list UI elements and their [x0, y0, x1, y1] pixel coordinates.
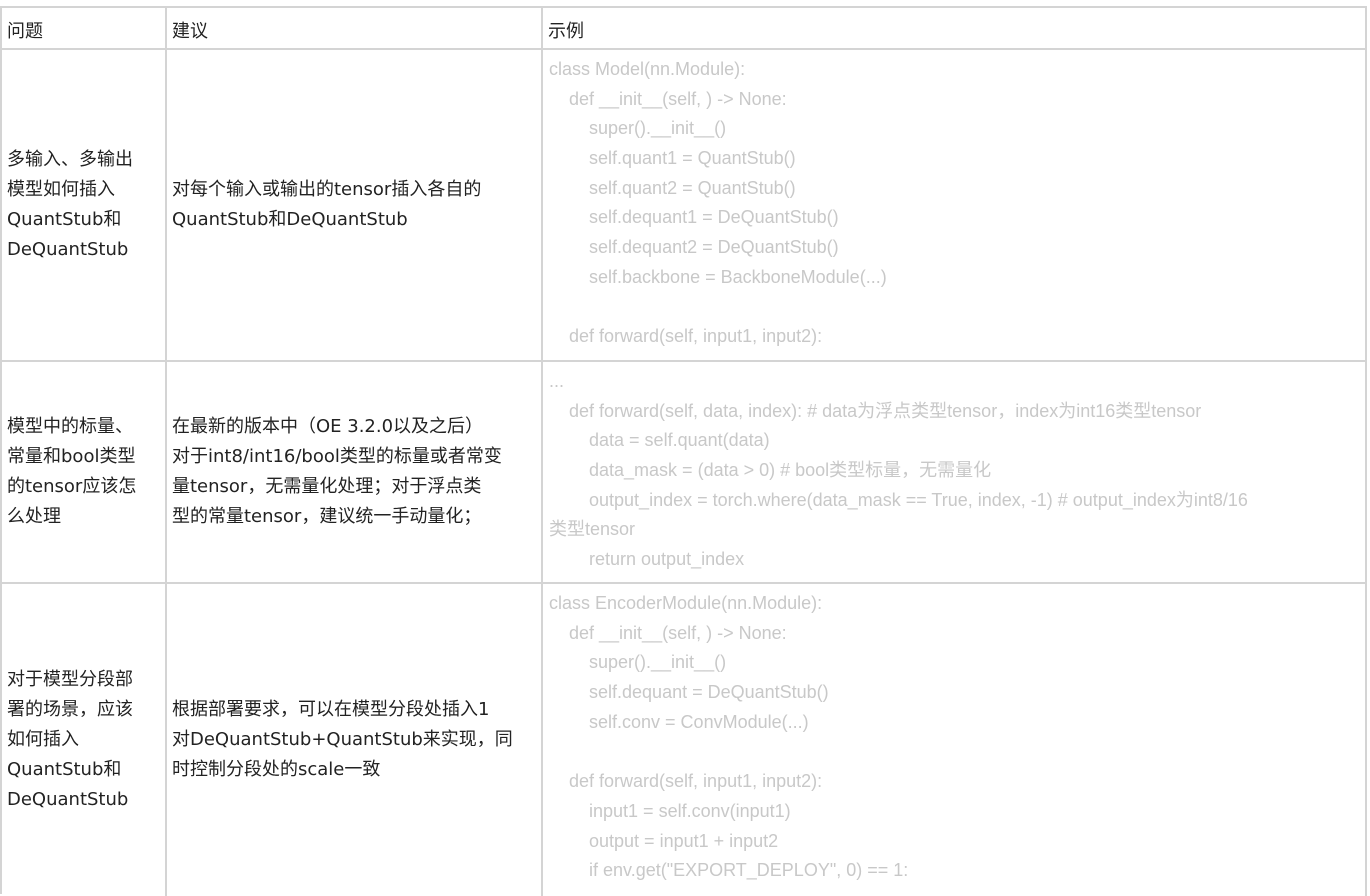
code-line: self.backbone = BackboneModule(...)	[549, 266, 887, 287]
code-line: def __init__(self, ) -> None:	[549, 622, 787, 643]
suggestion-line: QuantStub和DeQuantStub	[172, 209, 408, 230]
code-line: self.dequant1 = DeQuantStub()	[549, 207, 839, 228]
problem-cell: 对于模型分段部 署的场景，应该 如何插入 QuantStub和 DeQuantS…	[2, 584, 167, 896]
example-code-cell: class EncoderModule(nn.Module): def __in…	[543, 584, 1367, 896]
header-example: 示例	[543, 8, 1367, 48]
table-row: 多输入、多输出 模型如何插入 QuantStub和 DeQuantStub 对每…	[2, 50, 1367, 362]
code-line: def forward(self, input1, input2):	[549, 326, 823, 347]
code-line: self.dequant = DeQuantStub()	[549, 682, 829, 703]
problem-line: QuantStub和	[7, 759, 122, 780]
problem-cell: 模型中的标量、 常量和bool类型 的tensor应该怎 么处理	[2, 362, 167, 582]
code-line: class Model(nn.Module):	[549, 59, 746, 79]
problem-line: 署的场景，应该	[7, 699, 133, 720]
problem-line: 对于模型分段部	[7, 669, 133, 690]
problem-line: 模型如何插入	[7, 179, 115, 200]
code-line: data_mask = (data > 0) # bool类型标量，无需量化	[549, 460, 992, 481]
problem-line: 如何插入	[7, 729, 79, 750]
example-code-cell: class Model(nn.Module): def __init__(sel…	[543, 50, 1367, 360]
suggestion-line: 时控制分段处的scale一致	[172, 759, 381, 780]
problem-line: 模型中的标量、	[7, 416, 133, 437]
code-line: if env.get("EXPORT_DEPLOY", 0) == 1:	[549, 860, 909, 881]
code-line: def forward(self, data, index): # data为浮…	[549, 400, 1202, 421]
table-header-row: 问题 建议 示例	[2, 8, 1367, 50]
code-line: ...	[549, 371, 565, 391]
code-line: self.conv = ConvModule(...)	[549, 711, 809, 732]
problem-line: 多输入、多输出	[7, 149, 133, 170]
suggestion-cell: 在最新的版本中（OE 3.2.0以及之后） 对于int8/int16/bool类…	[167, 362, 543, 582]
suggestion-line: 对每个输入或输出的tensor插入各自的	[172, 179, 482, 200]
code-line: super().__init__()	[549, 652, 727, 673]
code-line: def forward(self, input1, input2):	[549, 771, 823, 792]
suggestion-line: 量tensor，无需量化处理；对于浮点类	[172, 476, 482, 497]
table-row: 模型中的标量、 常量和bool类型 的tensor应该怎 么处理 在最新的版本中…	[2, 362, 1367, 584]
problem-line: 么处理	[7, 506, 61, 527]
problem-line: DeQuantStub	[7, 239, 129, 260]
suggestion-line: 根据部署要求，可以在模型分段处插入1	[172, 699, 490, 720]
suggestion-line: 型的常量tensor，建议统一手动量化；	[172, 506, 482, 527]
code-line: return output_index	[549, 549, 745, 570]
problem-line: QuantStub和	[7, 209, 122, 230]
table-row: 对于模型分段部 署的场景，应该 如何插入 QuantStub和 DeQuantS…	[2, 584, 1367, 896]
code-line: output = input1 + input2	[549, 830, 779, 851]
faq-table: 问题 建议 示例 多输入、多输出 模型如何插入 QuantStub和 DeQua…	[0, 6, 1367, 896]
suggestion-cell: 根据部署要求，可以在模型分段处插入1 对DeQuantStub+QuantStu…	[167, 584, 543, 896]
suggestion-line: 对DeQuantStub+QuantStub来实现，同	[172, 729, 513, 750]
code-line: 类型tensor	[549, 519, 636, 540]
example-code-cell: ... def forward(self, data, index): # da…	[543, 362, 1367, 582]
code-line: super().__init__()	[549, 118, 727, 139]
code-line: self.quant2 = QuantStub()	[549, 177, 796, 198]
code-line: input1 = self.conv(input1)	[549, 800, 791, 821]
code-line: data = self.quant(data)	[549, 430, 770, 451]
header-suggestion: 建议	[167, 8, 543, 48]
code-line: class EncoderModule(nn.Module):	[549, 593, 823, 613]
suggestion-line: 在最新的版本中（OE 3.2.0以及之后）	[172, 416, 484, 437]
suggestion-cell: 对每个输入或输出的tensor插入各自的 QuantStub和DeQuantSt…	[167, 50, 543, 360]
code-line: def __init__(self, ) -> None:	[549, 88, 787, 109]
problem-line: 的tensor应该怎	[7, 476, 137, 497]
problem-line: DeQuantStub	[7, 789, 129, 810]
code-line: output_index = torch.where(data_mask == …	[549, 489, 1248, 510]
problem-cell: 多输入、多输出 模型如何插入 QuantStub和 DeQuantStub	[2, 50, 167, 360]
suggestion-line: 对于int8/int16/bool类型的标量或者常变	[172, 446, 502, 467]
problem-line: 常量和bool类型	[7, 446, 136, 467]
header-problem: 问题	[2, 8, 167, 48]
code-line: self.dequant2 = DeQuantStub()	[549, 237, 839, 258]
code-line: self.quant1 = QuantStub()	[549, 148, 796, 169]
